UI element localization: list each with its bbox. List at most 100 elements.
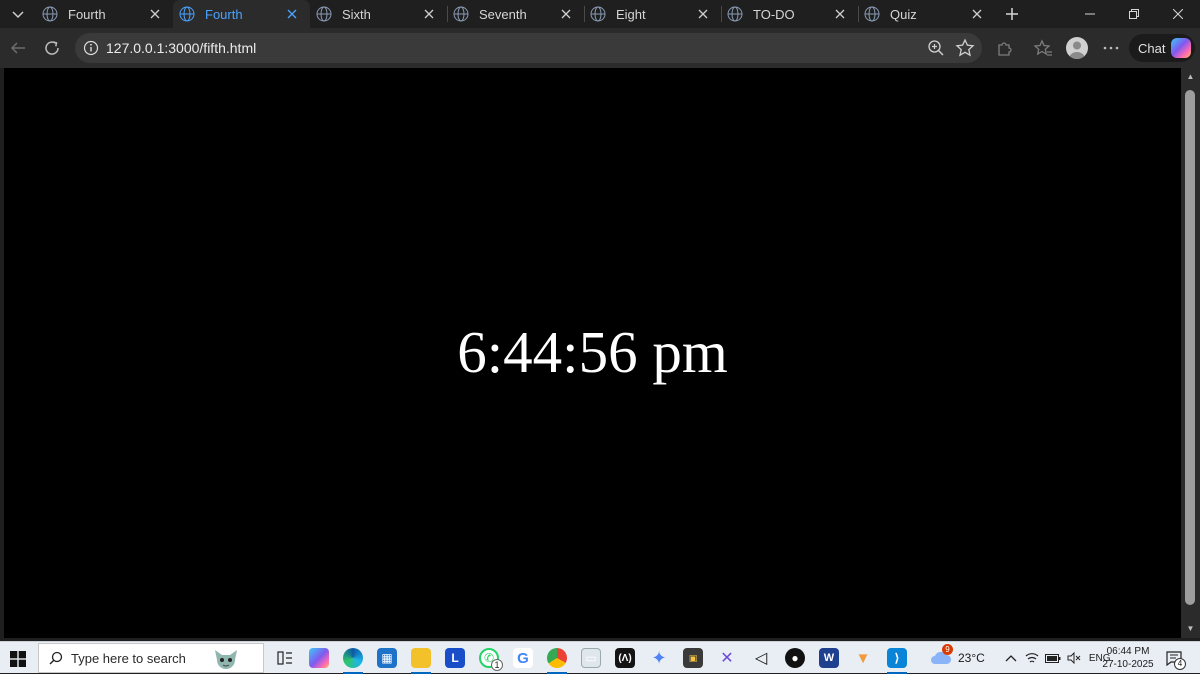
- search-placeholder: Type here to search: [71, 650, 186, 666]
- close-tab-button[interactable]: [558, 6, 574, 22]
- favorite-star-icon[interactable]: [955, 38, 975, 58]
- search-icon: [49, 651, 63, 665]
- refresh-icon: [45, 41, 59, 55]
- windows-taskbar: Type here to search ▦ L ✆ 1 G ▭ (Λ) ✦ ▣ ✕…: [0, 641, 1200, 674]
- url-text[interactable]: 127.0.0.1:3000/fifth.html: [106, 40, 256, 56]
- copilot-app[interactable]: [302, 642, 336, 674]
- x-app[interactable]: ✕: [710, 642, 744, 674]
- whatsapp-app[interactable]: ✆ 1: [472, 642, 506, 674]
- taskbar-search-box[interactable]: Type here to search: [38, 643, 264, 673]
- tab-title: Sixth: [342, 6, 371, 22]
- minimize-button[interactable]: [1068, 0, 1112, 28]
- ice-cream-app[interactable]: ▼: [846, 642, 880, 674]
- bookmark-icon: W: [819, 648, 839, 668]
- cursor-app[interactable]: ◁: [744, 642, 778, 674]
- settings-more-button[interactable]: [1099, 36, 1123, 60]
- extensions-button[interactable]: [993, 36, 1017, 60]
- new-tab-button[interactable]: [1000, 2, 1024, 26]
- plus-icon: [1006, 8, 1018, 20]
- scroll-up-arrow[interactable]: ▲: [1185, 72, 1196, 82]
- refresh-button[interactable]: [40, 36, 64, 60]
- vscode-app[interactable]: ⟩: [880, 642, 914, 674]
- copilot-icon: [309, 648, 329, 668]
- search-highlight-mascot-icon: [215, 650, 237, 669]
- letter-l-icon: L: [445, 648, 465, 668]
- minimize-icon: [1085, 13, 1095, 15]
- chrome-icon: [547, 648, 567, 668]
- globe-icon: [864, 6, 880, 22]
- lambda-app[interactable]: (Λ): [608, 642, 642, 674]
- edge-icon: [343, 648, 363, 668]
- globe-icon: [316, 6, 332, 22]
- site-info-icon[interactable]: [83, 40, 99, 56]
- battery-icon[interactable]: [1044, 653, 1061, 663]
- taskbar-apps: ▦ L ✆ 1 G ▭ (Λ) ✦ ▣ ✕ ◁ ● W ▼ ⟩: [268, 642, 914, 674]
- tab-title: Seventh: [479, 6, 527, 22]
- tab-fourth-1[interactable]: Fourth: [36, 0, 173, 28]
- close-icon: [835, 9, 845, 19]
- store-app[interactable]: ▦: [370, 642, 404, 674]
- tab-actions-menu[interactable]: [6, 2, 30, 26]
- google-app[interactable]: G: [506, 642, 540, 674]
- tab-title: TO-DO: [753, 6, 795, 22]
- chevron-up-icon[interactable]: [1005, 654, 1017, 662]
- tab-quiz[interactable]: Quiz: [858, 0, 995, 28]
- tab-title: Eight: [616, 6, 646, 22]
- close-tab-button[interactable]: [695, 6, 711, 22]
- address-bar[interactable]: 127.0.0.1:3000/fifth.html: [75, 33, 982, 63]
- vertical-scrollbar[interactable]: ▲ ▼: [1181, 68, 1200, 638]
- speaker-muted-icon[interactable]: [1067, 652, 1081, 664]
- close-tab-button[interactable]: [421, 6, 437, 22]
- profile-avatar[interactable]: [1066, 37, 1088, 59]
- tab-eight[interactable]: Eight: [584, 0, 721, 28]
- zoom-icon[interactable]: [927, 39, 945, 57]
- wifi-icon[interactable]: [1025, 652, 1039, 664]
- task-view-icon: [277, 651, 292, 665]
- more-dots-icon: [1103, 46, 1119, 50]
- github-icon: ●: [785, 648, 805, 668]
- tab-sixth[interactable]: Sixth: [310, 0, 447, 28]
- globe-icon: [42, 6, 58, 22]
- close-tab-button[interactable]: [969, 6, 985, 22]
- tab-strip: Fourth Fourth Sixth Seventh Eight TO-DO …: [0, 0, 1200, 28]
- store-icon: ▦: [377, 648, 397, 668]
- weather-widget[interactable]: 9 23°C: [930, 644, 985, 666]
- windows-start-icon[interactable]: [10, 651, 26, 667]
- github-app[interactable]: ●: [778, 642, 812, 674]
- sparkle-icon: ✦: [651, 647, 667, 668]
- l-app[interactable]: L: [438, 642, 472, 674]
- close-tab-button[interactable]: [284, 6, 300, 22]
- back-button[interactable]: [6, 36, 30, 60]
- restore-button[interactable]: [1112, 0, 1156, 28]
- x-tool-icon: ✕: [720, 650, 734, 667]
- copilot-icon: [1171, 38, 1192, 58]
- browser-toolbar: 127.0.0.1:3000/fifth.html Chat: [0, 28, 1200, 68]
- tab-todo[interactable]: TO-DO: [721, 0, 858, 28]
- bookmark-app[interactable]: W: [812, 642, 846, 674]
- taskbar-clock[interactable]: 06:44 PM 27-10-2025: [1100, 645, 1156, 671]
- chevron-down-icon: [12, 11, 24, 19]
- scroll-down-arrow[interactable]: ▼: [1185, 624, 1196, 634]
- chrome-app[interactable]: [540, 642, 574, 674]
- terminal-app[interactable]: ▣: [676, 642, 710, 674]
- tab-seventh[interactable]: Seventh: [447, 0, 584, 28]
- copilot-chat-button[interactable]: Chat: [1129, 34, 1195, 62]
- restore-icon: [1129, 9, 1139, 19]
- google-icon: G: [513, 648, 533, 668]
- photos-app[interactable]: ▭: [574, 642, 608, 674]
- ice-cream-icon: ▼: [855, 649, 871, 667]
- edge-app[interactable]: [336, 642, 370, 674]
- favorites-button[interactable]: [1031, 36, 1055, 60]
- close-icon: [561, 9, 571, 19]
- chat-label: Chat: [1138, 40, 1166, 56]
- puzzle-icon: [998, 42, 1012, 56]
- close-window-button[interactable]: [1156, 0, 1200, 28]
- file-explorer-app[interactable]: [404, 642, 438, 674]
- gemini-app[interactable]: ✦: [642, 642, 676, 674]
- task-view-button[interactable]: [268, 642, 302, 674]
- scroll-thumb[interactable]: [1185, 90, 1195, 605]
- close-tab-button[interactable]: [832, 6, 848, 22]
- close-icon: [424, 9, 434, 19]
- tab-fourth-active[interactable]: Fourth: [173, 0, 310, 28]
- close-tab-button[interactable]: [147, 6, 163, 22]
